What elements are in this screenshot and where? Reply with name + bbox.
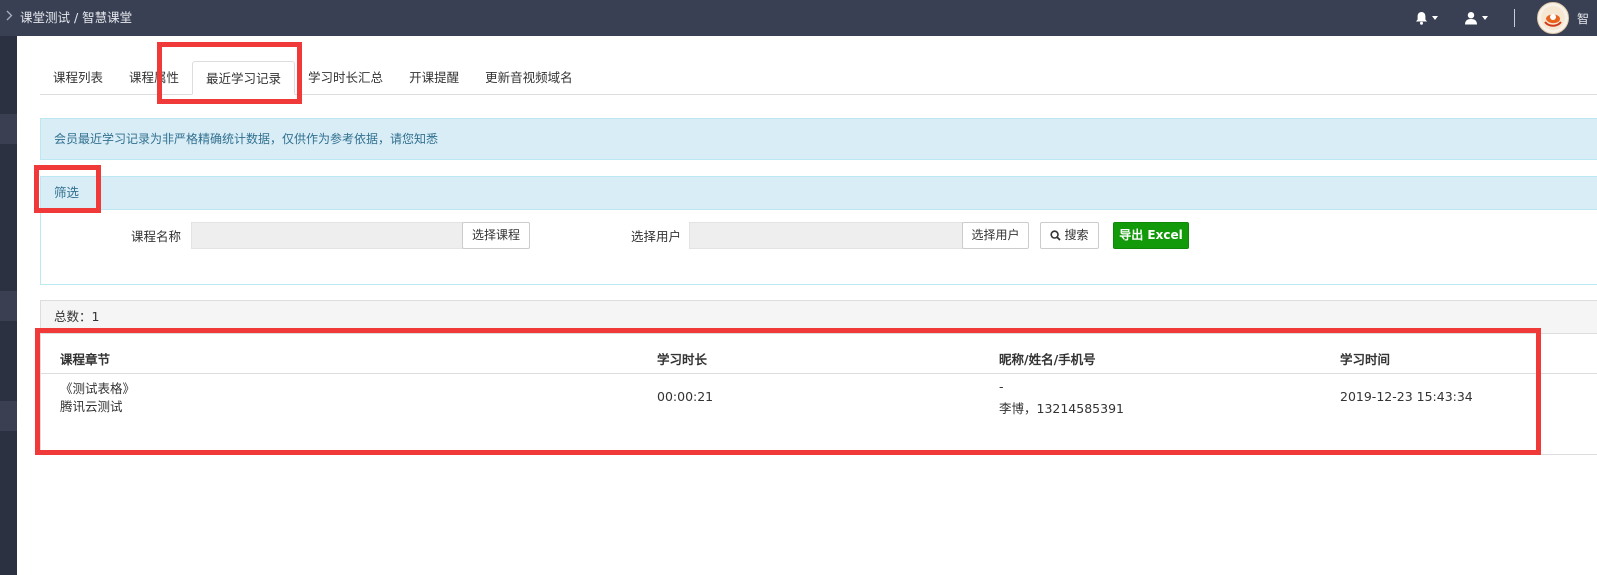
tab-course-list[interactable]: 课程列表 (40, 61, 116, 94)
choose-user-label: 选择用户 (631, 229, 682, 244)
export-excel-button[interactable]: 导出 Excel (1113, 222, 1189, 249)
chapter-lesson: 腾讯云测试 (60, 399, 123, 414)
user-icon (1465, 12, 1477, 25)
user-nickname: - (999, 379, 1004, 394)
tab-duration-summary[interactable]: 学习时长汇总 (295, 61, 396, 94)
tab-bar: 课程列表 课程属性 最近学习记录 学习时长汇总 开课提醒 更新音视频域名 (40, 61, 1597, 95)
course-name-label: 课程名称 (131, 229, 182, 244)
sidebar-item[interactable] (0, 114, 17, 144)
logo-icon (1541, 6, 1565, 30)
records-panel: 总数：1 课程章节 学习时长 昵称/姓名/手机号 学习时间 《测试表格》 腾讯云… (40, 300, 1597, 455)
chapter-cell: 《测试表格》 腾讯云测试 (60, 380, 135, 416)
total-count: 总数：1 (41, 301, 1597, 334)
column-header-chapter: 课程章节 (60, 352, 111, 367)
search-button[interactable]: 搜索 (1040, 222, 1099, 249)
column-header-time: 学习时间 (1340, 352, 1391, 367)
top-navbar: 课堂测试 / 智慧课堂 智 (0, 0, 1597, 36)
bell-icon (1416, 12, 1427, 25)
main-content: 课程列表 课程属性 最近学习记录 学习时长汇总 开课提醒 更新音视频域名 会员最… (17, 36, 1597, 575)
tab-course-attributes[interactable]: 课程属性 (116, 61, 192, 94)
user-menu-button[interactable] (1464, 11, 1488, 25)
caret-down-icon (1482, 16, 1488, 20)
notification-bell-button[interactable] (1415, 11, 1438, 25)
caret-down-icon (1432, 16, 1438, 20)
avatar[interactable] (1537, 2, 1569, 34)
user-name-phone: 李博，13214585391 (999, 401, 1124, 416)
table-header-row: 课程章节 学习时长 昵称/姓名/手机号 学习时间 (41, 333, 1597, 374)
tab-recent-learning[interactable]: 最近学习记录 (192, 61, 296, 95)
topbar-divider (1514, 9, 1515, 27)
breadcrumb-text[interactable]: 课堂测试 / 智慧课堂 (20, 7, 132, 26)
user-input[interactable] (689, 222, 963, 249)
user-cell: - 李博，13214585391 (999, 378, 1124, 418)
choose-user-button[interactable]: 选择用户 (962, 222, 1029, 249)
tab-class-reminder[interactable]: 开课提醒 (396, 61, 472, 94)
table-row[interactable]: 《测试表格》 腾讯云测试 00:00:21 - 李博，13214585391 2… (41, 374, 1597, 444)
breadcrumb: 课堂测试 / 智慧课堂 (6, 7, 132, 26)
info-alert: 会员最近学习记录为非严格精确统计数据，仅供作为参考依据，请您知悉 (40, 118, 1597, 160)
duration-cell: 00:00:21 (657, 389, 714, 404)
search-button-label: 搜索 (1064, 228, 1089, 242)
chevron-right-icon (6, 9, 16, 24)
chapter-course: 《测试表格》 (60, 381, 136, 396)
choose-course-button[interactable]: 选择课程 (462, 222, 530, 249)
course-name-input[interactable] (191, 222, 463, 249)
filter-panel: 筛选 课程名称 选择课程 选择用户 选择用户 搜索 导出 Excel (40, 176, 1597, 285)
column-header-duration: 学习时长 (657, 352, 708, 367)
records-table: 课程章节 学习时长 昵称/姓名/手机号 学习时间 《测试表格》 腾讯云测试 00… (41, 333, 1597, 444)
user-name[interactable]: 智 (1577, 10, 1597, 27)
time-cell: 2019-12-23 15:43:34 (1340, 389, 1473, 404)
filter-title: 筛选 (41, 177, 1597, 210)
sidebar (0, 36, 17, 575)
sidebar-item[interactable] (0, 291, 17, 321)
tab-update-av-domain[interactable]: 更新音视频域名 (472, 61, 586, 94)
column-header-user: 昵称/姓名/手机号 (999, 352, 1096, 367)
search-icon (1050, 225, 1062, 250)
sidebar-item[interactable] (0, 401, 17, 431)
